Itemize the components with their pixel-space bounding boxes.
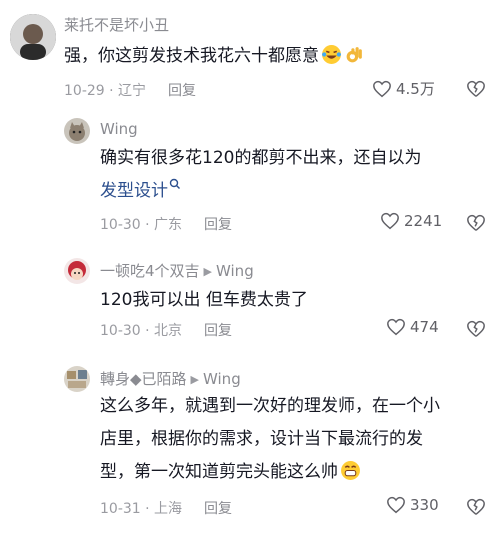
dislike-heart-icon[interactable] [466,80,486,98]
reply-username-line: 一顿吃4个双吉 ▶ Wing [100,260,254,281]
search-link[interactable]: 发型设计 [100,178,181,201]
comment-meta: 10-30 · 广东 回复 [100,214,232,234]
reply-text-line: 这么多年，就遇到一次好的理发师，在一个小 [100,396,440,416]
comment-location: 辽宁 [118,83,147,99]
avatar-collage-icon [64,366,90,392]
reply-item: 轉身◆已陌路 ▶ Wing 这么多年，就遇到一次好的理发师，在一个小 店里，根据你的需… [0,362,498,540]
reply-to-username[interactable]: Wing [203,370,241,388]
laughing-face-icon [322,45,341,64]
reply-button[interactable]: 回复 [204,217,232,233]
heart-icon [387,496,405,514]
comment-meta: 10-30 · 北京 回复 [100,320,232,340]
reply-username[interactable]: 一顿吃4个双吉 [100,262,200,280]
reply-item: Wing 确实有很多花120的都剪不出来，还自以为 发型设计 10-30 · 广东… [0,114,498,254]
reply-text: 120我可以出 但车费太贵了 [100,290,308,310]
search-icon [169,178,180,189]
comment-text: 强，你这剪发技术我花六十都愿意 [64,40,365,73]
reply-item: 一顿吃4个双吉 ▶ Wing 120我可以出 但车费太贵了 10-30 · 北京 回复… [0,254,498,354]
like-count: 330 [410,496,439,514]
avatar[interactable] [64,118,90,144]
reply-text-line: 型，第一次知道剪完头能这么帅 [100,462,338,482]
reply-arrow-icon: ▶ [190,373,200,386]
reply-text-line: 店里，根据你的需求，设计当下最流行的发 [100,429,423,449]
reply-username-line: 轉身◆已陌路 ▶ Wing [100,368,241,389]
reply-username[interactable]: Wing [100,120,138,138]
comment-location: 上海 [154,501,183,517]
avatar[interactable] [10,14,56,60]
heart-icon [387,318,405,336]
reply-button[interactable]: 回复 [204,323,232,339]
grinning-face-icon [341,461,360,480]
like-button[interactable]: 330 [386,496,439,514]
like-button[interactable]: 4.5万 [372,78,435,99]
comment-location: 北京 [154,323,183,339]
meta-separator: · [140,323,155,339]
like-button[interactable]: 474 [386,318,439,336]
like-button[interactable]: 2241 [380,212,442,230]
avatar[interactable] [64,258,90,284]
reply-button[interactable]: 回复 [168,83,196,99]
comment-date: 10-29 [64,83,105,99]
meta-separator: · [140,501,155,517]
comment-item: 莱托不是坏小丑 强，你这剪发技术我花六十都愿意 10-29 · 辽宁 回复 4.5… [0,0,498,120]
like-count: 4.5万 [396,80,435,98]
reply-text: 这么多年，就遇到一次好的理发师，在一个小 店里，根据你的需求，设计当下最流行的发型… [100,390,490,489]
comment-date: 10-31 [100,501,141,517]
comment-username[interactable]: 莱托不是坏小丑 [64,14,169,35]
avatar-portrait-icon [10,14,56,60]
dislike-heart-icon[interactable] [466,214,486,232]
heart-icon [381,212,399,230]
comment-meta: 10-31 · 上海 回复 [100,498,232,518]
like-count: 474 [410,318,439,336]
comment-text-content: 强，你这剪发技术我花六十都愿意 [64,46,319,66]
avatar-cat-icon [64,118,90,144]
comment-date: 10-30 [100,323,141,339]
comment-location: 广东 [154,217,183,233]
dislike-heart-icon[interactable] [466,498,486,516]
comment-date: 10-30 [100,217,141,233]
like-count: 2241 [404,212,443,230]
ok-hand-icon [346,47,362,63]
meta-separator: · [104,83,119,99]
avatar[interactable] [64,366,90,392]
dislike-heart-icon[interactable] [466,320,486,338]
reply-to-username[interactable]: Wing [216,262,254,280]
search-link-text: 发型设计 [100,181,168,201]
heart-icon [373,80,391,97]
reply-button[interactable]: 回复 [204,501,232,517]
meta-separator: · [140,217,155,233]
avatar-character-icon [64,258,90,284]
reply-text: 确实有很多花120的都剪不出来，还自以为 发型设计 [100,142,480,208]
reply-text-content: 确实有很多花120的都剪不出来，还自以为 [100,148,422,168]
reply-username[interactable]: 轉身◆已陌路 [100,370,187,388]
comment-meta: 10-29 · 辽宁 回复 [64,80,196,100]
reply-arrow-icon: ▶ [203,265,213,278]
